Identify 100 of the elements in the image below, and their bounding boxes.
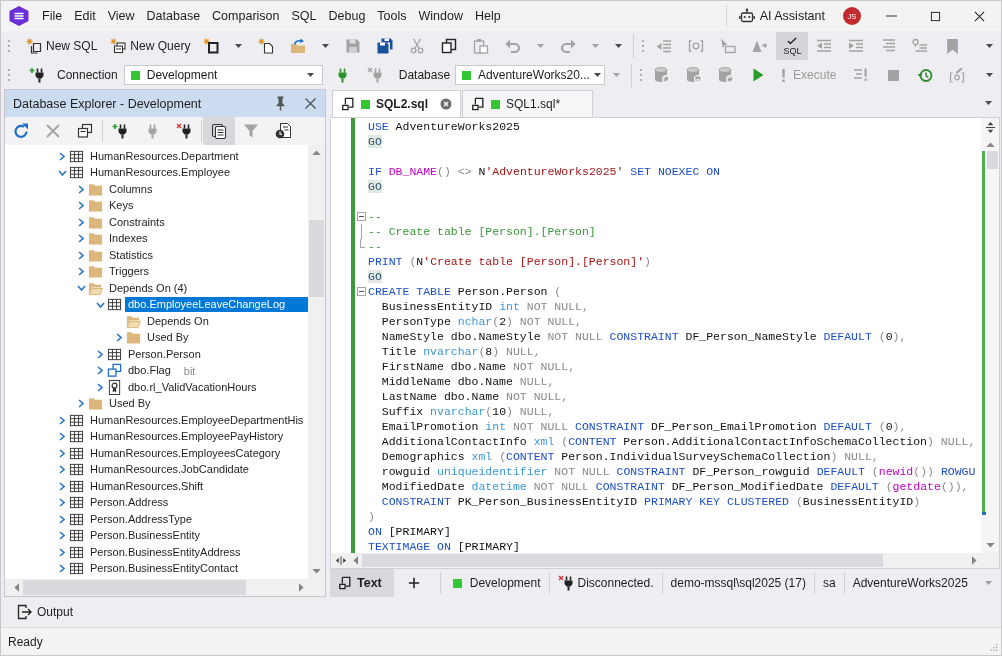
scissors-icon[interactable] bbox=[409, 38, 426, 54]
chevron-down-icon[interactable] bbox=[57, 169, 67, 176]
arrow-left-icon[interactable] bbox=[14, 583, 19, 592]
grip-handle[interactable] bbox=[639, 67, 644, 83]
tree-item[interactable]: Statistics bbox=[106, 247, 156, 263]
cross-icon[interactable] bbox=[45, 123, 61, 139]
plug-plus-icon[interactable] bbox=[29, 67, 45, 83]
tree-item[interactable]: Keys bbox=[106, 198, 137, 214]
tree-item[interactable]: Person.AddressType bbox=[87, 511, 196, 527]
menu-item[interactable]: Window bbox=[412, 6, 469, 26]
database-check-icon[interactable] bbox=[718, 67, 735, 83]
menu-item[interactable]: File bbox=[36, 6, 69, 26]
menu-item[interactable]: Comparison bbox=[206, 6, 286, 26]
text-lines-icon[interactable] bbox=[880, 38, 897, 54]
minimize-icon[interactable] bbox=[885, 15, 897, 17]
scrollbar-thumb[interactable] bbox=[23, 580, 247, 595]
tree-item[interactable]: HumanResources.Employee bbox=[87, 165, 233, 181]
lines-exclamation-icon[interactable] bbox=[853, 67, 870, 83]
database-dropdown[interactable]: AdventureWorks20... bbox=[455, 65, 606, 85]
editor-tab[interactable]: SQL2.sql bbox=[332, 90, 461, 117]
chevron-right-icon[interactable] bbox=[78, 184, 84, 194]
caret-icon[interactable] bbox=[986, 73, 993, 77]
menu-item[interactable]: View bbox=[101, 6, 141, 26]
chevron-right-icon[interactable] bbox=[97, 366, 103, 376]
refresh-icon[interactable] bbox=[13, 123, 29, 139]
arrow-down-icon[interactable] bbox=[985, 543, 995, 548]
chevron-right-icon[interactable] bbox=[59, 432, 65, 442]
vertical-scrollbar[interactable] bbox=[308, 145, 325, 579]
chevron-right-icon[interactable] bbox=[59, 547, 65, 557]
lines-arrow-icon[interactable] bbox=[656, 38, 673, 54]
chevron-right-icon[interactable] bbox=[97, 382, 103, 392]
database-arc-icon[interactable] bbox=[686, 67, 703, 83]
menu-item[interactable]: Edit bbox=[68, 6, 102, 26]
caret-icon[interactable] bbox=[322, 44, 330, 48]
caret-icon[interactable] bbox=[615, 44, 623, 48]
sql-check-button[interactable]: SQL bbox=[776, 32, 809, 60]
brackets-circle-icon[interactable] bbox=[688, 38, 705, 54]
tree-item[interactable]: HumanResources.Shift bbox=[87, 478, 207, 494]
plug-icon[interactable] bbox=[338, 67, 348, 83]
chevron-down-icon[interactable] bbox=[95, 301, 105, 308]
menu-item[interactable]: Tools bbox=[371, 6, 413, 26]
collapse-icon[interactable] bbox=[356, 287, 366, 296]
tree-item[interactable]: Columns bbox=[106, 181, 156, 197]
chevron-right-icon[interactable] bbox=[59, 531, 65, 541]
chevron-right-icon[interactable] bbox=[78, 234, 84, 244]
close-tab-icon[interactable] bbox=[440, 98, 452, 110]
caret-icon[interactable] bbox=[235, 44, 243, 48]
menu-item[interactable]: Debug bbox=[322, 6, 372, 26]
floppy-disks-icon[interactable] bbox=[377, 38, 394, 54]
new-sql-button[interactable]: New SQL bbox=[21, 34, 103, 58]
new-query-button[interactable]: New Query bbox=[105, 34, 196, 58]
tree-item[interactable]: Person.Address bbox=[87, 495, 172, 511]
chevron-right-icon[interactable] bbox=[78, 201, 84, 211]
close-icon[interactable] bbox=[973, 10, 985, 22]
tree-item[interactable]: HumanResources.EmployeesCategory bbox=[87, 445, 284, 461]
scrollbar-thumb[interactable] bbox=[362, 554, 884, 567]
chevron-right-icon[interactable] bbox=[59, 498, 65, 508]
bookmark-icon[interactable] bbox=[946, 38, 958, 54]
connection-dropdown[interactable]: Development bbox=[123, 65, 323, 85]
chevron-right-icon[interactable] bbox=[59, 564, 65, 574]
folder-arrow-icon[interactable] bbox=[290, 38, 307, 54]
tree-item[interactable]: Constraints bbox=[106, 214, 168, 230]
resize-grip-icon[interactable] bbox=[989, 643, 998, 652]
chevron-right-icon[interactable] bbox=[59, 465, 65, 475]
database-pencil-icon[interactable] bbox=[654, 67, 671, 83]
caret-icon[interactable] bbox=[986, 44, 993, 48]
overlapping-pages-icon[interactable] bbox=[441, 38, 458, 54]
arrow-left-icon[interactable] bbox=[353, 556, 358, 565]
grip-handle[interactable] bbox=[7, 67, 11, 83]
arrow-right-icon[interactable] bbox=[972, 556, 977, 565]
tree-item[interactable]: Person.BusinessEntity bbox=[87, 528, 204, 544]
arrow-down-icon[interactable] bbox=[312, 569, 321, 574]
outdent-icon[interactable] bbox=[816, 38, 833, 54]
close-icon[interactable] bbox=[305, 98, 316, 109]
chevron-right-icon[interactable] bbox=[59, 481, 65, 491]
pin-icon[interactable] bbox=[276, 96, 285, 111]
split-icon[interactable] bbox=[335, 555, 347, 566]
view-toggle-button[interactable] bbox=[203, 117, 235, 145]
tree-item[interactable]: dbo.EmployeeLeaveChangeLog bbox=[125, 297, 308, 313]
ai-assistant-button[interactable]: AI Assistant bbox=[732, 5, 831, 27]
filter-icon[interactable] bbox=[243, 123, 259, 139]
plug-icon[interactable] bbox=[147, 123, 157, 139]
stop-icon[interactable] bbox=[887, 69, 899, 81]
menu-item[interactable]: Database bbox=[140, 6, 207, 26]
tree-item[interactable]: dbo.Flag bbox=[125, 363, 174, 379]
vertical-scrollbar[interactable] bbox=[981, 118, 999, 553]
circle-lines-icon[interactable] bbox=[912, 38, 929, 54]
curved-arrow-right-icon[interactable] bbox=[560, 38, 577, 54]
tree-item[interactable]: Depends On bbox=[144, 313, 212, 329]
text-mode-button[interactable]: Text bbox=[330, 569, 394, 597]
tree-item[interactable]: Depends On (4) bbox=[106, 280, 191, 296]
chevron-right-icon[interactable] bbox=[78, 250, 84, 260]
tree-item[interactable]: Person.BusinessEntityContact bbox=[87, 561, 241, 577]
page-clock-icon[interactable] bbox=[275, 123, 291, 139]
clipboard-icon[interactable] bbox=[473, 38, 490, 54]
tree-item[interactable]: HumanResources.EmployeeDepartmentHis bbox=[87, 412, 307, 428]
menu-item[interactable]: SQL bbox=[285, 6, 323, 26]
arrow-right-icon[interactable] bbox=[299, 583, 304, 592]
tree-item[interactable]: Person.BusinessEntityAddress bbox=[87, 544, 244, 560]
chevron-down-icon[interactable] bbox=[76, 285, 86, 292]
